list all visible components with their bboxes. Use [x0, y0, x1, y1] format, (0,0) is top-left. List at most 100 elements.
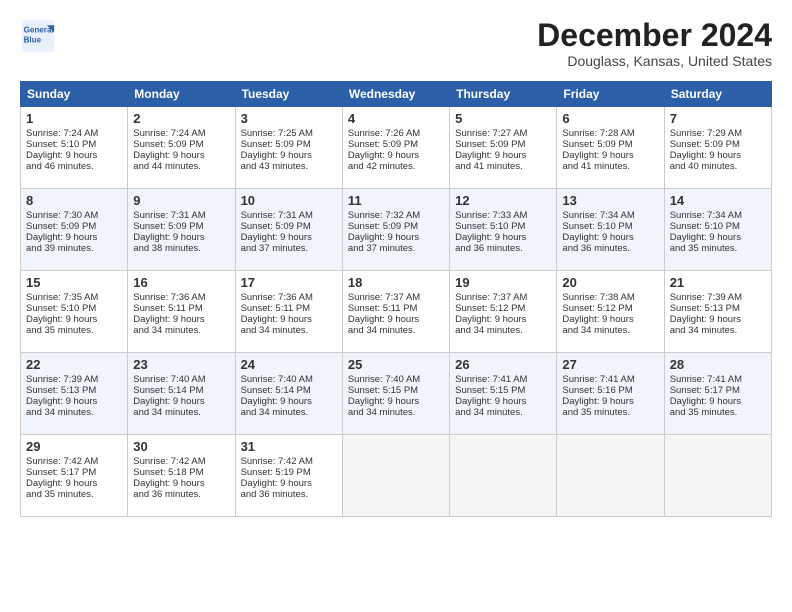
day-info-line: Daylight: 9 hours	[562, 232, 658, 243]
day-info-line: Sunrise: 7:35 AM	[26, 292, 122, 303]
day-info-line: Sunset: 5:11 PM	[241, 303, 337, 314]
day-info-line: Sunrise: 7:41 AM	[562, 374, 658, 385]
day-info-line: Daylight: 9 hours	[26, 478, 122, 489]
day-info-line: Sunset: 5:09 PM	[348, 221, 444, 232]
day-info-line: Sunset: 5:12 PM	[562, 303, 658, 314]
day-info-line: Daylight: 9 hours	[26, 150, 122, 161]
table-row: 4Sunrise: 7:26 AMSunset: 5:09 PMDaylight…	[342, 107, 449, 189]
day-info-line: Sunrise: 7:30 AM	[26, 210, 122, 221]
day-info-line: and 37 minutes.	[348, 243, 444, 254]
day-number: 13	[562, 193, 658, 208]
day-info-line: Sunrise: 7:25 AM	[241, 128, 337, 139]
location: Douglass, Kansas, United States	[537, 53, 772, 69]
day-info-line: Sunrise: 7:39 AM	[26, 374, 122, 385]
day-info-line: Sunset: 5:10 PM	[562, 221, 658, 232]
table-row: 9Sunrise: 7:31 AMSunset: 5:09 PMDaylight…	[128, 189, 235, 271]
day-info-line: and 34 minutes.	[133, 325, 229, 336]
day-number: 25	[348, 357, 444, 372]
table-row: 16Sunrise: 7:36 AMSunset: 5:11 PMDayligh…	[128, 271, 235, 353]
day-number: 15	[26, 275, 122, 290]
header-sunday: Sunday	[21, 82, 128, 107]
day-info-line: Sunrise: 7:41 AM	[670, 374, 766, 385]
day-info-line: and 46 minutes.	[26, 161, 122, 172]
day-info-line: and 37 minutes.	[241, 243, 337, 254]
day-info-line: Sunset: 5:13 PM	[26, 385, 122, 396]
day-info-line: and 36 minutes.	[562, 243, 658, 254]
day-info-line: and 34 minutes.	[26, 407, 122, 418]
day-info-line: and 39 minutes.	[26, 243, 122, 254]
table-row	[342, 435, 449, 517]
day-info-line: Sunrise: 7:31 AM	[133, 210, 229, 221]
day-info-line: Daylight: 9 hours	[348, 314, 444, 325]
day-number: 9	[133, 193, 229, 208]
table-row: 18Sunrise: 7:37 AMSunset: 5:11 PMDayligh…	[342, 271, 449, 353]
day-info-line: Sunset: 5:17 PM	[670, 385, 766, 396]
day-info-line: Daylight: 9 hours	[670, 396, 766, 407]
header-tuesday: Tuesday	[235, 82, 342, 107]
day-info-line: Daylight: 9 hours	[348, 150, 444, 161]
day-info-line: Sunrise: 7:28 AM	[562, 128, 658, 139]
table-row: 8Sunrise: 7:30 AMSunset: 5:09 PMDaylight…	[21, 189, 128, 271]
day-info-line: and 41 minutes.	[562, 161, 658, 172]
day-info-line: Sunset: 5:09 PM	[670, 139, 766, 150]
day-info-line: Sunrise: 7:42 AM	[133, 456, 229, 467]
day-info-line: Sunrise: 7:29 AM	[670, 128, 766, 139]
day-number: 18	[348, 275, 444, 290]
day-number: 30	[133, 439, 229, 454]
svg-text:Blue: Blue	[24, 35, 42, 44]
day-number: 8	[26, 193, 122, 208]
day-info-line: and 36 minutes.	[241, 489, 337, 500]
day-info-line: and 36 minutes.	[133, 489, 229, 500]
day-info-line: Sunrise: 7:32 AM	[348, 210, 444, 221]
table-row: 22Sunrise: 7:39 AMSunset: 5:13 PMDayligh…	[21, 353, 128, 435]
day-info-line: Sunrise: 7:34 AM	[670, 210, 766, 221]
calendar: Sunday Monday Tuesday Wednesday Thursday…	[20, 81, 772, 517]
day-info-line: Sunset: 5:15 PM	[455, 385, 551, 396]
table-row: 27Sunrise: 7:41 AMSunset: 5:16 PMDayligh…	[557, 353, 664, 435]
logo-icon: General Blue	[20, 18, 56, 54]
table-row: 12Sunrise: 7:33 AMSunset: 5:10 PMDayligh…	[450, 189, 557, 271]
day-info-line: and 34 minutes.	[133, 407, 229, 418]
day-info-line: and 34 minutes.	[348, 407, 444, 418]
table-row: 29Sunrise: 7:42 AMSunset: 5:17 PMDayligh…	[21, 435, 128, 517]
day-info-line: and 34 minutes.	[562, 325, 658, 336]
table-row: 25Sunrise: 7:40 AMSunset: 5:15 PMDayligh…	[342, 353, 449, 435]
day-info-line: Daylight: 9 hours	[562, 314, 658, 325]
day-info-line: Sunrise: 7:36 AM	[133, 292, 229, 303]
day-info-line: Sunset: 5:18 PM	[133, 467, 229, 478]
day-info-line: and 34 minutes.	[670, 325, 766, 336]
calendar-week-row: 29Sunrise: 7:42 AMSunset: 5:17 PMDayligh…	[21, 435, 772, 517]
table-row: 7Sunrise: 7:29 AMSunset: 5:09 PMDaylight…	[664, 107, 771, 189]
day-info-line: Sunset: 5:10 PM	[26, 139, 122, 150]
day-number: 3	[241, 111, 337, 126]
day-info-line: Sunrise: 7:26 AM	[348, 128, 444, 139]
day-info-line: Sunset: 5:09 PM	[241, 139, 337, 150]
day-number: 7	[670, 111, 766, 126]
day-info-line: Sunset: 5:16 PM	[562, 385, 658, 396]
table-row	[664, 435, 771, 517]
day-info-line: Daylight: 9 hours	[455, 150, 551, 161]
table-row	[557, 435, 664, 517]
title-block: December 2024 Douglass, Kansas, United S…	[537, 18, 772, 69]
table-row: 11 Sunrise: 7:32 AMSunset: 5:09 PMDayligh…	[342, 189, 449, 271]
day-info-line: Sunset: 5:09 PM	[133, 221, 229, 232]
day-number: 27	[562, 357, 658, 372]
day-number: 17	[241, 275, 337, 290]
day-info-line: Daylight: 9 hours	[455, 396, 551, 407]
day-info-line: and 34 minutes.	[348, 325, 444, 336]
table-row: 30Sunrise: 7:42 AMSunset: 5:18 PMDayligh…	[128, 435, 235, 517]
day-number: 11	[348, 193, 444, 208]
day-info-line: Daylight: 9 hours	[133, 396, 229, 407]
day-info-line: Daylight: 9 hours	[348, 232, 444, 243]
day-info-line: Daylight: 9 hours	[26, 314, 122, 325]
day-info-line: Sunrise: 7:42 AM	[241, 456, 337, 467]
day-info-line: Sunset: 5:12 PM	[455, 303, 551, 314]
day-number: 24	[241, 357, 337, 372]
table-row: 14Sunrise: 7:34 AMSunset: 5:10 PMDayligh…	[664, 189, 771, 271]
day-info-line: Sunrise: 7:24 AM	[26, 128, 122, 139]
day-info-line: Daylight: 9 hours	[241, 478, 337, 489]
table-row: 5Sunrise: 7:27 AMSunset: 5:09 PMDaylight…	[450, 107, 557, 189]
day-info-line: Sunrise: 7:39 AM	[670, 292, 766, 303]
header-wednesday: Wednesday	[342, 82, 449, 107]
day-info-line: and 42 minutes.	[348, 161, 444, 172]
